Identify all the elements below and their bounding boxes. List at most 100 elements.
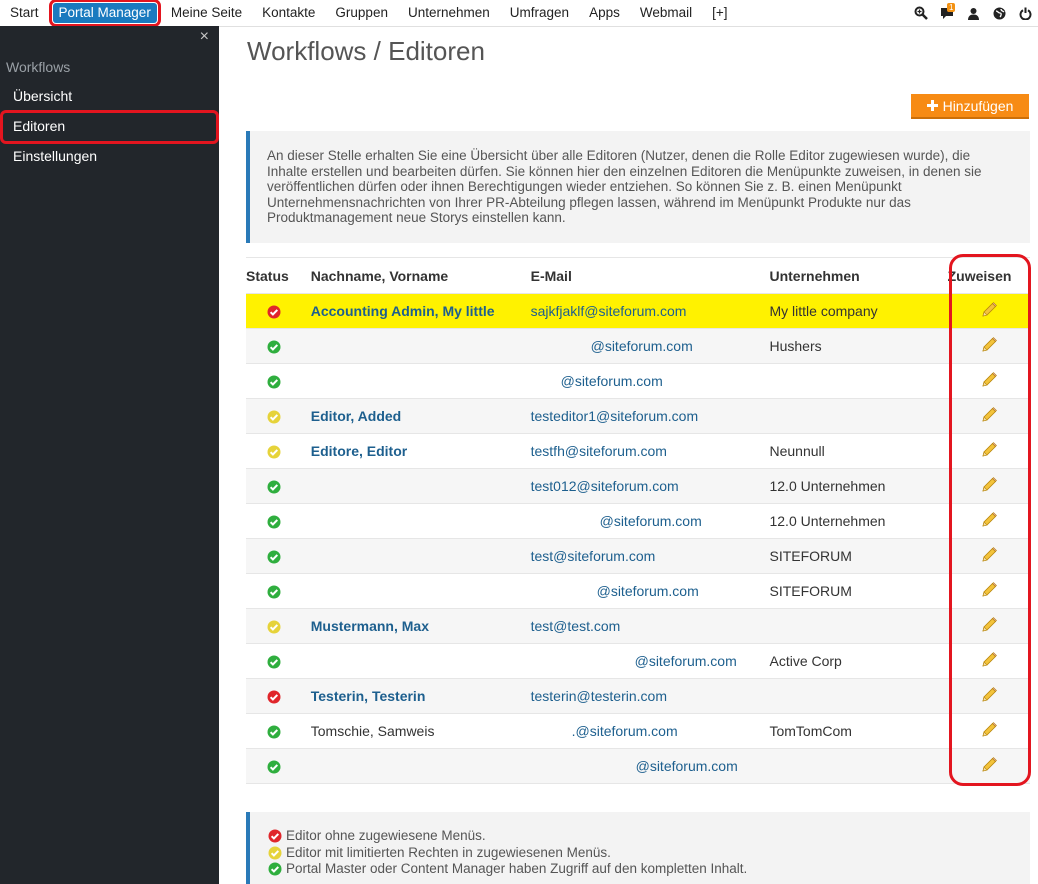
globe-icon[interactable] <box>986 0 1012 26</box>
table-row: @siteforum.com Active Corp <box>246 643 1030 679</box>
nav-item-[interactable]: [+] <box>702 0 737 26</box>
pencil-icon <box>982 476 997 492</box>
table-row: @siteforum.com <box>246 363 1030 399</box>
nav-item-start[interactable]: Start <box>0 0 49 26</box>
pencil-icon <box>982 651 997 667</box>
editor-email-link[interactable]: @siteforum.com <box>531 338 693 354</box>
editor-email-link[interactable]: test@siteforum.com <box>531 548 656 564</box>
editor-name[interactable]: Editor, Added <box>311 408 401 424</box>
editor-email-link[interactable]: testerin@testerin.com <box>531 688 667 704</box>
table-row: Mustermann, Max test@test.com <box>246 608 1030 644</box>
editor-email-link[interactable]: test012@siteforum.com <box>531 478 679 494</box>
company-cell: TomTomCom <box>761 713 948 749</box>
company-cell: Hushers <box>761 328 948 364</box>
editor-email-link[interactable]: @siteforum.com <box>531 513 702 529</box>
info-box: An dieser Stelle erhalten Sie eine Übers… <box>246 131 1030 243</box>
name-cell <box>302 503 523 539</box>
add-button[interactable]: Hinzufügen <box>911 94 1029 119</box>
table-header-row: Status Nachname, Vorname E-Mail Unterneh… <box>246 257 1030 294</box>
user-icon[interactable] <box>960 0 986 26</box>
editor-name[interactable]: Editore, Editor <box>311 443 407 459</box>
assign-button[interactable] <box>947 468 1030 504</box>
assign-button[interactable] <box>947 573 1030 609</box>
zoom-icon[interactable] <box>908 0 934 26</box>
sidebar-item-uebersicht[interactable]: Übersicht <box>13 88 72 104</box>
column-header-company[interactable]: Unternehmen <box>761 257 948 294</box>
nav-item-meine-seite[interactable]: Meine Seite <box>161 0 252 26</box>
email-cell: testfh@siteforum.com <box>522 433 762 469</box>
nav-item-apps[interactable]: Apps <box>579 0 630 26</box>
status-green-icon <box>267 340 281 354</box>
status-green-icon <box>267 655 281 669</box>
editor-name[interactable]: Mustermann, Max <box>311 618 429 634</box>
editor-email-link[interactable]: .@siteforum.com <box>531 723 678 739</box>
status-yellow-icon <box>267 445 281 459</box>
sidebar-item-einstellungen[interactable]: Einstellungen <box>13 148 97 164</box>
assign-button[interactable] <box>947 503 1030 539</box>
assign-button[interactable] <box>947 538 1030 574</box>
legend-yellow-icon <box>268 846 282 860</box>
legend-text: Portal Master oder Content Manager haben… <box>286 861 748 876</box>
column-header-email[interactable]: E-Mail <box>522 257 762 294</box>
column-header-status[interactable]: Status <box>246 257 303 294</box>
table-row: @siteforum.com Hushers <box>246 328 1030 364</box>
name-cell <box>302 328 523 364</box>
assign-button[interactable] <box>947 293 1030 329</box>
email-cell: @siteforum.com <box>522 573 762 609</box>
assign-button[interactable] <box>947 643 1030 679</box>
pencil-icon <box>982 546 997 562</box>
email-cell: test@test.com <box>522 608 762 644</box>
nav-item-kontakte[interactable]: Kontakte <box>252 0 325 26</box>
editor-email-link[interactable]: test@test.com <box>531 618 621 634</box>
pencil-icon <box>982 616 997 632</box>
sidebar-item-editoren[interactable]: Editoren <box>13 118 65 134</box>
nav-item-gruppen[interactable]: Gruppen <box>325 0 398 26</box>
status-cell <box>246 398 303 434</box>
nav-item-portal-manager[interactable]: Portal Manager <box>48 0 161 27</box>
email-cell: @siteforum.com <box>522 748 762 784</box>
assign-button[interactable] <box>947 748 1030 784</box>
assign-button[interactable] <box>947 433 1030 469</box>
assign-button[interactable] <box>947 678 1030 714</box>
editor-email-link[interactable]: testfh@siteforum.com <box>531 443 667 459</box>
column-header-assign: Zuweisen <box>947 257 1030 294</box>
notification-count-badge: 1 <box>947 3 956 12</box>
nav-item-umfragen[interactable]: Umfragen <box>500 0 579 26</box>
assign-button[interactable] <box>947 363 1030 399</box>
page-title: Workflows / Editoren <box>247 36 485 66</box>
email-cell: @siteforum.com <box>522 363 762 399</box>
status-cell <box>246 573 303 609</box>
close-icon[interactable]: × <box>200 29 209 45</box>
editor-email-link[interactable]: @siteforum.com <box>531 373 663 389</box>
status-green-icon <box>267 725 281 739</box>
pencil-icon <box>982 686 997 702</box>
nav-item-webmail[interactable]: Webmail <box>630 0 702 26</box>
company-cell: Neunnull <box>761 433 948 469</box>
status-cell <box>246 643 303 679</box>
table-row: Editore, Editor testfh@siteforum.com Neunn… <box>246 433 1030 469</box>
column-header-name[interactable]: Nachname, Vorname <box>302 257 523 294</box>
assign-button[interactable] <box>947 328 1030 364</box>
pencil-icon <box>982 441 997 457</box>
email-cell: @siteforum.com <box>522 643 762 679</box>
company-cell: 12.0 Unternehmen <box>761 468 948 504</box>
status-cell <box>246 748 303 784</box>
legend-red-icon <box>268 829 282 843</box>
editor-name[interactable]: Accounting Admin, My little <box>311 303 495 319</box>
assign-button[interactable] <box>947 608 1030 644</box>
editor-email-link[interactable]: sajkfjaklf@siteforum.com <box>531 303 687 319</box>
editor-email-link[interactable]: testeditor1@siteforum.com <box>531 408 699 424</box>
status-cell <box>246 503 303 539</box>
editor-email-link[interactable]: @siteforum.com <box>531 653 737 669</box>
editor-email-link[interactable]: @siteforum.com <box>531 583 699 599</box>
nav-item-unternehmen[interactable]: Unternehmen <box>398 0 500 26</box>
editor-name[interactable]: Testerin, Testerin <box>311 688 426 704</box>
editor-email-link[interactable]: @siteforum.com <box>531 758 738 774</box>
assign-button[interactable] <box>947 713 1030 749</box>
email-cell: testerin@testerin.com <box>522 678 762 714</box>
table-row: Accounting Admin, My little sajkfjaklf@si… <box>246 293 1030 329</box>
chat-bubble-icon[interactable]: 1 <box>934 0 960 26</box>
pencil-icon <box>982 406 997 422</box>
power-icon[interactable] <box>1012 0 1038 26</box>
assign-button[interactable] <box>947 398 1030 434</box>
